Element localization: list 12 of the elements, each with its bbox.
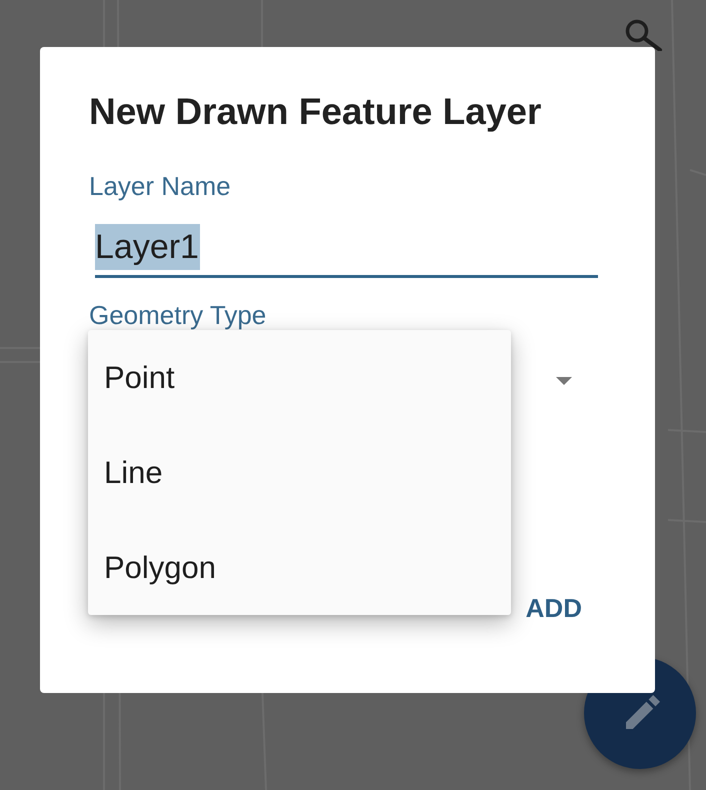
caret-icon[interactable] <box>556 377 572 385</box>
field-label: Layer Name <box>89 171 231 201</box>
menu-option[interactable]: Polygon <box>88 520 511 615</box>
dialog-title: New Drawn Feature Layer <box>89 91 542 133</box>
menu-option[interactable]: Line <box>88 425 511 520</box>
add-button[interactable]: ADD <box>518 586 598 630</box>
pencil-icon <box>626 695 660 729</box>
layer-name-field[interactable]: Layer1 <box>95 222 598 278</box>
field-label: Geometry Type <box>89 300 266 330</box>
layer-name-value: Layer1 <box>95 224 200 270</box>
menu-option[interactable]: Point <box>88 330 511 425</box>
search-icon[interactable] <box>625 19 663 51</box>
